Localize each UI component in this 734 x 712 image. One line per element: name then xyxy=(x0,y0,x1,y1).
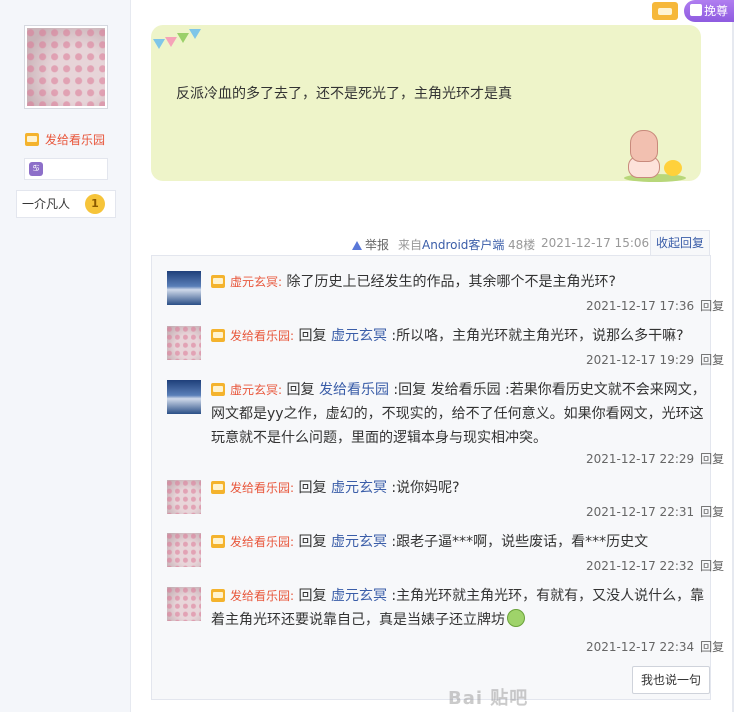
reply-avatar[interactable] xyxy=(167,326,201,360)
reply-button[interactable]: 回复 xyxy=(700,353,724,367)
reply-username[interactable]: 发给看乐园 xyxy=(230,589,290,603)
reply-time: 2021-12-17 22:34 回复 xyxy=(586,640,725,654)
crown-icon xyxy=(211,589,225,602)
mascot-decoration xyxy=(624,130,686,182)
emoji-icon xyxy=(507,609,525,627)
reply-button[interactable]: 回复 xyxy=(700,505,724,519)
reply-avatar[interactable] xyxy=(167,533,201,567)
reply-button[interactable]: 回复 xyxy=(700,640,724,654)
reply-avatar[interactable] xyxy=(167,271,201,305)
reply-text: :说你妈呢? xyxy=(391,480,460,496)
post-source: 来自Android客户端 xyxy=(398,238,505,252)
reply-button[interactable]: 回复 xyxy=(700,559,724,573)
author-name-link[interactable]: 发给看乐园 xyxy=(25,131,105,148)
collapse-replies-button[interactable]: 收起回复 xyxy=(650,230,710,256)
reply-text: :回复 发给看乐园 :若果你看历史文就不会来网文，网文都是yy之作，虚幻的，不现… xyxy=(211,382,706,446)
reply-target-link[interactable]: 虚元玄冥 xyxy=(331,328,387,344)
reply-username[interactable]: 发给看乐园 xyxy=(230,535,290,549)
reply-username[interactable]: 虚元玄冥 xyxy=(230,383,278,397)
report-link[interactable]: 举报 xyxy=(352,236,389,253)
post-content: 反派冷血的多了去了，还不是死光了，主角光环才是真 xyxy=(176,86,512,102)
vip-button[interactable]: 挽尊 xyxy=(684,0,734,22)
reply-button[interactable]: 回复 xyxy=(700,452,724,466)
say-something-button[interactable]: 我也说一句 xyxy=(632,666,710,694)
reply-target-link[interactable]: 虚元玄冥 xyxy=(331,480,387,496)
author-avatar[interactable] xyxy=(24,25,108,109)
list-item: 虚元玄冥: 除了历史上已经发生的作品，其余哪个不是主角光环? xyxy=(211,270,706,294)
reply-time: 2021-12-17 22:31 回复 xyxy=(586,505,725,519)
reply-button[interactable]: 回复 xyxy=(700,299,724,313)
crown-icon xyxy=(211,275,225,288)
reply-avatar[interactable] xyxy=(167,587,201,621)
reply-target-link[interactable]: 虚元玄冥 xyxy=(331,534,387,550)
reply-avatar[interactable] xyxy=(167,480,201,514)
crown-icon xyxy=(211,481,225,494)
crown-icon[interactable] xyxy=(652,0,680,22)
reply-username[interactable]: 发给看乐园 xyxy=(230,329,290,343)
crown-icon xyxy=(211,383,225,396)
crown-icon xyxy=(25,133,39,146)
list-item: 发给看乐园: 回复 虚元玄冥 :所以咯，主角光环就主角光环，说那么多干嘛? xyxy=(211,324,706,348)
list-item: 发给看乐园: 回复 虚元玄冥 :主角光环就主角光环，有就有，又没人说什么，靠着主… xyxy=(211,588,705,628)
reply-text: :所以咯，主角光环就主角光环，说那么多干嘛? xyxy=(391,328,684,344)
reply-text: 除了历史上已经发生的作品，其余哪个不是主角光环? xyxy=(286,274,616,290)
reply-time: 2021-12-17 22:32 回复 xyxy=(586,559,725,573)
reply-avatar[interactable] xyxy=(167,380,201,414)
author-name[interactable]: 发给看乐园 xyxy=(45,133,105,147)
baidu-tieba-watermark: Bai 贴吧 xyxy=(448,688,529,709)
vip-icon xyxy=(690,4,702,16)
reply-time: 2021-12-17 22:29 回复 xyxy=(586,452,725,466)
crown-icon xyxy=(211,329,225,342)
list-item: 发给看乐园: 回复 虚元玄冥 :跟老子逼***啊，说些废话，看***历史文 xyxy=(211,530,706,554)
rank-level-icon: 1 xyxy=(85,194,105,214)
post-time: 2021-12-17 15:06 xyxy=(541,236,650,250)
post-bubble: 反派冷血的多了去了，还不是死光了，主角光环才是真 xyxy=(151,25,701,182)
reply-text: :跟老子逼***啊，说些废话，看***历史文 xyxy=(391,534,649,550)
reply-username[interactable]: 虚元玄冥 xyxy=(230,275,278,289)
reply-target-link[interactable]: 虚元玄冥 xyxy=(331,588,387,604)
zodiac-icon: ♋ xyxy=(29,162,43,176)
reply-time: 2021-12-17 19:29 回复 xyxy=(586,353,725,367)
reply-time: 2021-12-17 17:36 回复 xyxy=(586,299,725,313)
reply-username[interactable]: 发给看乐园 xyxy=(230,481,290,495)
reply-target-link[interactable]: 发给看乐园 xyxy=(319,382,389,398)
warning-icon xyxy=(352,241,362,250)
list-item: 发给看乐园: 回复 虚元玄冥 :说你妈呢? xyxy=(211,476,706,500)
vip-label: 挽尊 xyxy=(704,4,729,18)
rank-title: 一介凡人 xyxy=(22,197,71,211)
rank-badge[interactable]: 一介凡人 1 xyxy=(16,190,116,218)
source-link[interactable]: Android客户端 xyxy=(422,238,504,252)
list-item: 虚元玄冥: 回复 发给看乐园 :回复 发给看乐园 :若果你看历史文就不会来网文，… xyxy=(211,382,706,446)
zodiac-badge[interactable]: ♋ xyxy=(24,158,108,180)
floor-number: 48楼 xyxy=(508,238,536,252)
crown-icon xyxy=(211,535,225,548)
